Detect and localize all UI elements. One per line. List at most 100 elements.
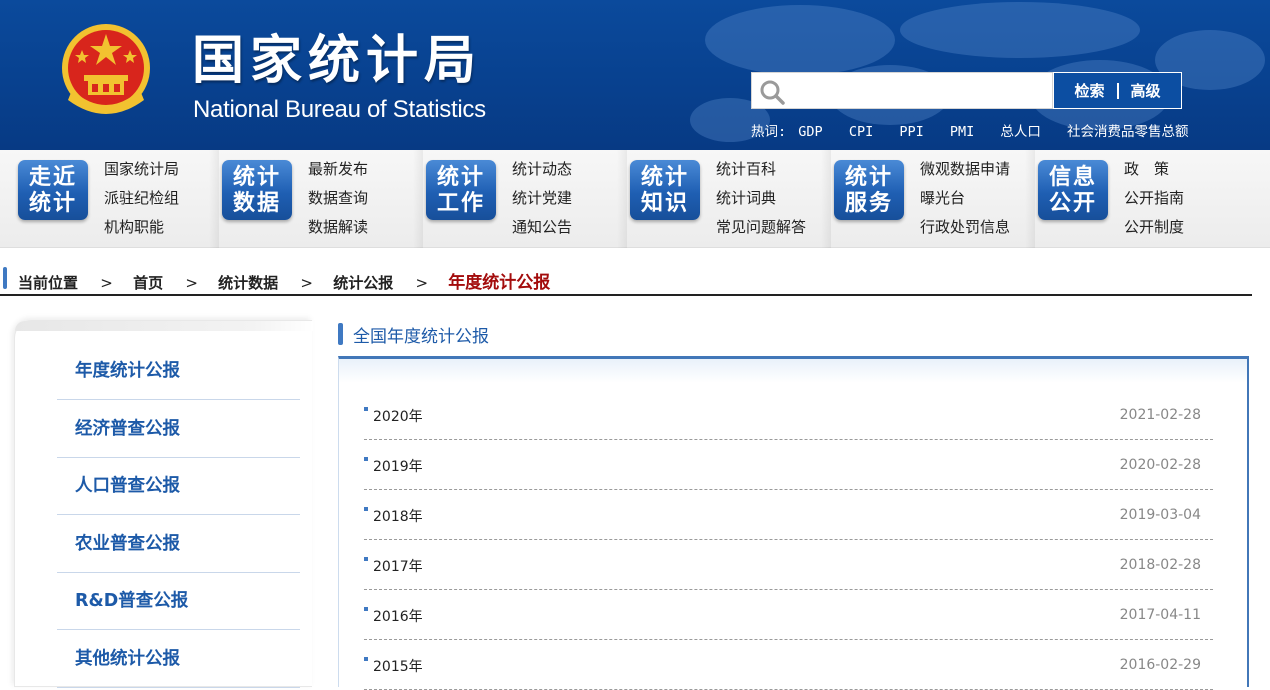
list-item-title[interactable]: 2016年 bbox=[373, 606, 423, 626]
list-item-title[interactable]: 2020年 bbox=[373, 406, 423, 426]
panel-title-marker bbox=[338, 323, 343, 345]
hotword-link[interactable]: PMI bbox=[950, 124, 974, 140]
bulletin-list: 2020年 2021-02-28 2019年 2020-02-28 2018年 … bbox=[338, 356, 1249, 690]
breadcrumb: 当前位置 > 首页 > 统计数据 > 统计公报 > 年度统计公报 bbox=[0, 260, 1252, 296]
nav-links: 政 策 公开指南 公开制度 bbox=[1124, 159, 1184, 246]
list-item-date: 2021-02-28 bbox=[1119, 407, 1201, 423]
list-item[interactable]: 2015年 2016-02-29 bbox=[364, 640, 1213, 690]
search-button[interactable]: 检索 bbox=[1074, 80, 1104, 101]
site-header: 国家统计局 National Bureau of Statistics 检索 高… bbox=[0, 0, 1270, 150]
nav-links: 统计动态 统计党建 通知公告 bbox=[512, 159, 572, 246]
hotword-link[interactable]: 总人口 bbox=[1000, 124, 1041, 140]
advanced-search-button[interactable]: 高级 bbox=[1131, 80, 1161, 101]
site-title-cn: 国家统计局 bbox=[192, 31, 483, 91]
breadcrumb-separator: > bbox=[300, 274, 313, 292]
breadcrumb-link-home[interactable]: 首页 bbox=[133, 272, 163, 293]
list-item-title[interactable]: 2018年 bbox=[373, 506, 423, 526]
nav-tile-about[interactable]: 走近 统计 bbox=[18, 160, 88, 220]
nav-links: 统计百科 统计词典 常见问题解答 bbox=[716, 159, 806, 246]
sidebar-item-economic-census[interactable]: 经济普查公报 bbox=[57, 401, 300, 458]
nav-link[interactable]: 派驻纪检组 bbox=[104, 188, 179, 217]
breadcrumb-separator: > bbox=[415, 274, 429, 292]
nav-link[interactable]: 公开指南 bbox=[1124, 188, 1184, 217]
list-item[interactable]: 2020年 2021-02-28 bbox=[364, 390, 1213, 440]
nav-link[interactable]: 数据解读 bbox=[308, 217, 368, 246]
list-item[interactable]: 2018年 2019-03-04 bbox=[364, 490, 1213, 540]
nav-tile-line: 数据 bbox=[232, 191, 281, 216]
nav-link[interactable]: 机构职能 bbox=[104, 217, 179, 246]
search-divider bbox=[1116, 82, 1119, 99]
nav-tile-work[interactable]: 统计 工作 bbox=[426, 160, 496, 220]
nav-tile-line: 公开 bbox=[1048, 191, 1097, 216]
nav-link[interactable]: 统计百科 bbox=[716, 159, 806, 188]
main-nav: 走近 统计 国家统计局 派驻纪检组 机构职能 统计 数据 最新发布 数据查询 数… bbox=[0, 150, 1270, 248]
nav-link[interactable]: 统计党建 bbox=[512, 188, 572, 217]
search-box bbox=[751, 72, 1053, 109]
list-item-title[interactable]: 2019年 bbox=[373, 456, 423, 476]
nav-links: 国家统计局 派驻纪检组 机构职能 bbox=[104, 159, 179, 246]
bullet-icon bbox=[364, 457, 368, 461]
breadcrumb-separator: > bbox=[100, 274, 113, 292]
list-item[interactable]: 2019年 2020-02-28 bbox=[364, 440, 1213, 490]
nav-link[interactable]: 曝光台 bbox=[920, 188, 1010, 217]
nav-tile-line: 工作 bbox=[436, 191, 485, 216]
bullet-icon bbox=[364, 557, 368, 561]
bullet-icon bbox=[364, 607, 368, 611]
breadcrumb-marker bbox=[3, 267, 7, 289]
hotwords-label: 热词: bbox=[751, 124, 787, 140]
hotword-link[interactable]: PPI bbox=[899, 124, 923, 140]
sidebar-item-agriculture-census[interactable]: 农业普查公报 bbox=[57, 516, 300, 573]
list-item[interactable]: 2016年 2017-04-11 bbox=[364, 590, 1213, 640]
list-item-date: 2016-02-29 bbox=[1119, 657, 1201, 673]
nav-link[interactable]: 通知公告 bbox=[512, 217, 572, 246]
list-item-date: 2019-03-04 bbox=[1119, 507, 1201, 523]
search-input[interactable] bbox=[788, 77, 1048, 105]
bullet-icon bbox=[364, 657, 368, 661]
nav-link[interactable]: 统计动态 bbox=[512, 159, 572, 188]
nav-link[interactable]: 最新发布 bbox=[308, 159, 368, 188]
nav-tile-line: 走近 bbox=[28, 165, 77, 190]
hotword-link[interactable]: 社会消费品零售总额 bbox=[1067, 124, 1189, 140]
nav-link[interactable]: 数据查询 bbox=[308, 188, 368, 217]
nav-link[interactable]: 国家统计局 bbox=[104, 159, 179, 188]
search-buttons: 检索 高级 bbox=[1053, 72, 1182, 109]
nav-tile-line: 统计 bbox=[640, 165, 689, 190]
nav-tile-line: 服务 bbox=[844, 191, 893, 216]
nav-tile-knowledge[interactable]: 统计 知识 bbox=[630, 160, 700, 220]
nav-tile-line: 知识 bbox=[640, 191, 689, 216]
sidebar-item-other[interactable]: 其他统计公报 bbox=[57, 631, 300, 688]
nav-tile-data[interactable]: 统计 数据 bbox=[222, 160, 292, 220]
nav-link[interactable]: 政 策 bbox=[1124, 159, 1184, 188]
breadcrumb-separator: > bbox=[185, 274, 198, 292]
hotword-link[interactable]: GDP bbox=[798, 124, 822, 140]
nav-tile-line: 统计 bbox=[436, 165, 485, 190]
list-item-date: 2017-04-11 bbox=[1119, 607, 1201, 623]
list-item-title[interactable]: 2015年 bbox=[373, 656, 423, 676]
hotwords-bar: 热词: GDP CPI PPI PMI 总人口 社会消费品零售总额 bbox=[751, 120, 1207, 140]
list-item-title[interactable]: 2017年 bbox=[373, 556, 423, 576]
nav-link[interactable]: 统计词典 bbox=[716, 188, 806, 217]
nav-tile-disclosure[interactable]: 信息 公开 bbox=[1038, 160, 1108, 220]
breadcrumb-link-data[interactable]: 统计数据 bbox=[218, 272, 278, 293]
nav-link[interactable]: 公开制度 bbox=[1124, 217, 1184, 246]
bullet-icon bbox=[364, 507, 368, 511]
sidebar-item-annual[interactable]: 年度统计公报 bbox=[57, 343, 300, 400]
sidebar-item-population-census[interactable]: 人口普查公报 bbox=[57, 458, 300, 515]
list-item-date: 2020-02-28 bbox=[1119, 457, 1201, 473]
nav-tile-line: 信息 bbox=[1048, 165, 1097, 190]
nav-link[interactable]: 常见问题解答 bbox=[716, 217, 806, 246]
list-item-date: 2018-02-28 bbox=[1119, 557, 1201, 573]
list-item[interactable]: 2017年 2018-02-28 bbox=[364, 540, 1213, 590]
nav-tile-line: 统计 bbox=[28, 191, 77, 216]
site-title-en: National Bureau of Statistics bbox=[193, 96, 486, 123]
nav-links: 微观数据申请 曝光台 行政处罚信息 bbox=[920, 159, 1010, 246]
breadcrumb-label: 当前位置 bbox=[18, 274, 79, 292]
nav-link[interactable]: 行政处罚信息 bbox=[920, 217, 1010, 246]
nav-link[interactable]: 微观数据申请 bbox=[920, 159, 1010, 188]
panel-title-text: 全国年度统计公报 bbox=[353, 327, 489, 347]
nav-tile-service[interactable]: 统计 服务 bbox=[834, 160, 904, 220]
sidebar-item-rd-census[interactable]: R&D普查公报 bbox=[57, 573, 300, 630]
hotword-link[interactable]: CPI bbox=[849, 124, 873, 140]
nav-tile-line: 统计 bbox=[844, 165, 893, 190]
breadcrumb-link-bulletins[interactable]: 统计公报 bbox=[333, 272, 393, 293]
